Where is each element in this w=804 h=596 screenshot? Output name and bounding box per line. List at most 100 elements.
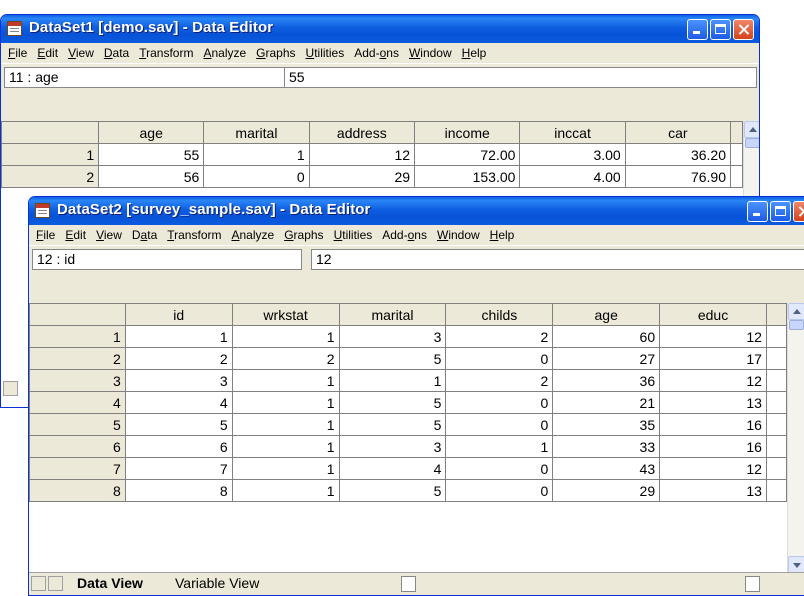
data-cell[interactable]: 35 bbox=[552, 413, 661, 436]
menu-add-ons[interactable]: Add-ons bbox=[377, 228, 432, 242]
column-header-marital[interactable]: marital bbox=[338, 303, 447, 326]
row-header[interactable]: 1 bbox=[29, 325, 126, 348]
data-cell[interactable]: 12 bbox=[659, 457, 767, 480]
data-cell[interactable]: 76.90 bbox=[624, 165, 732, 188]
data-cell[interactable] bbox=[765, 391, 788, 414]
menu-transform[interactable]: Transform bbox=[134, 46, 198, 60]
data-cell[interactable]: 17 bbox=[659, 347, 767, 370]
table-row[interactable]: 1 55 1 12 72.00 3.00 36.20 bbox=[1, 143, 743, 166]
data-cell[interactable]: 1 bbox=[124, 325, 233, 348]
menu-graphs[interactable]: Graphs bbox=[279, 228, 328, 242]
data-cell[interactable]: 60 bbox=[552, 325, 661, 348]
table-row[interactable]: 3 3 1 1 2 36 12 bbox=[29, 369, 788, 392]
data-cell[interactable]: 8 bbox=[124, 479, 233, 502]
data-cell[interactable]: 29 bbox=[552, 479, 661, 502]
data-cell[interactable]: 6 bbox=[124, 435, 233, 458]
scroll-left-button[interactable] bbox=[3, 381, 18, 396]
menu-analyze[interactable]: Analyze bbox=[198, 46, 251, 60]
menu-window[interactable]: Window bbox=[404, 46, 457, 60]
dataset2-window[interactable]: DataSet2 [survey_sample.sav] - Data Edit… bbox=[28, 196, 804, 596]
data-cell[interactable]: 0 bbox=[445, 479, 554, 502]
column-header-id[interactable]: id bbox=[124, 303, 233, 326]
column-header-income[interactable]: income bbox=[414, 121, 521, 144]
data-cell[interactable]: 0 bbox=[203, 165, 310, 188]
data-cell[interactable]: 1 bbox=[445, 435, 554, 458]
menu-analyze[interactable]: Analyze bbox=[226, 228, 279, 242]
data-cell[interactable]: 2 bbox=[231, 347, 340, 370]
maximize-button[interactable] bbox=[770, 201, 791, 222]
tab-next-button[interactable] bbox=[48, 576, 63, 591]
menu-transform[interactable]: Transform bbox=[162, 228, 226, 242]
menu-view[interactable]: View bbox=[91, 228, 127, 242]
title-bar[interactable]: DataSet1 [demo.sav] - Data Editor bbox=[1, 15, 759, 43]
data-cell[interactable]: 21 bbox=[552, 391, 661, 414]
column-header-empty[interactable] bbox=[730, 121, 743, 144]
table-row[interactable]: 2 2 2 5 0 27 17 bbox=[29, 347, 788, 370]
grid-corner[interactable] bbox=[29, 303, 126, 326]
column-header-educ[interactable]: educ bbox=[659, 303, 767, 326]
tab-prev-button[interactable] bbox=[31, 576, 46, 591]
menu-utilities[interactable]: Utilities bbox=[301, 46, 350, 60]
data-cell[interactable]: 0 bbox=[445, 347, 554, 370]
data-cell[interactable]: 1 bbox=[231, 457, 340, 480]
row-header[interactable]: 2 bbox=[1, 165, 100, 188]
data-cell[interactable]: 5 bbox=[338, 479, 447, 502]
menu-help[interactable]: Help bbox=[457, 46, 492, 60]
column-header-inccat[interactable]: inccat bbox=[519, 121, 626, 144]
data-cell[interactable]: 3.00 bbox=[519, 143, 626, 166]
data-cell[interactable] bbox=[730, 165, 743, 188]
data-cell[interactable]: 36.20 bbox=[624, 143, 732, 166]
data-cell[interactable]: 5 bbox=[124, 413, 233, 436]
tab-data-view[interactable]: Data View bbox=[77, 575, 143, 591]
cell-value-field[interactable]: 55 bbox=[284, 67, 757, 88]
data-cell[interactable]: 16 bbox=[659, 413, 767, 436]
data-cell[interactable]: 2 bbox=[445, 369, 554, 392]
data-cell[interactable]: 2 bbox=[124, 347, 233, 370]
data-cell[interactable]: 3 bbox=[338, 325, 447, 348]
data-cell[interactable]: 29 bbox=[308, 165, 416, 188]
data-cell[interactable]: 27 bbox=[552, 347, 661, 370]
column-header-empty[interactable] bbox=[765, 303, 788, 326]
table-row[interactable]: 2 56 0 29 153.00 4.00 76.90 bbox=[1, 165, 743, 188]
scroll-left-button[interactable] bbox=[401, 576, 416, 592]
close-button[interactable] bbox=[793, 201, 804, 222]
table-row[interactable]: 1 1 1 3 2 60 12 bbox=[29, 325, 788, 348]
data-cell[interactable]: 1 bbox=[231, 391, 340, 414]
data-cell[interactable]: 2 bbox=[445, 325, 554, 348]
table-row[interactable]: 6 6 1 3 1 33 16 bbox=[29, 435, 788, 458]
row-header[interactable]: 5 bbox=[29, 413, 126, 436]
cell-value-field[interactable]: 12 bbox=[311, 249, 804, 270]
data-cell[interactable] bbox=[765, 479, 788, 502]
data-cell[interactable]: 43 bbox=[552, 457, 661, 480]
scroll-thumb[interactable] bbox=[745, 138, 759, 148]
data-cell[interactable]: 3 bbox=[124, 369, 233, 392]
title-bar[interactable]: DataSet2 [survey_sample.sav] - Data Edit… bbox=[29, 197, 804, 225]
minimize-button[interactable] bbox=[747, 201, 768, 222]
data-cell[interactable] bbox=[765, 347, 788, 370]
data-cell[interactable]: 12 bbox=[659, 369, 767, 392]
data-cell[interactable]: 33 bbox=[552, 435, 661, 458]
data-cell[interactable]: 5 bbox=[338, 347, 447, 370]
menu-add-ons[interactable]: Add-ons bbox=[349, 46, 404, 60]
row-header[interactable]: 4 bbox=[29, 391, 126, 414]
table-row[interactable]: 5 5 1 5 0 35 16 bbox=[29, 413, 788, 436]
scroll-down-button[interactable] bbox=[788, 556, 804, 573]
minimize-button[interactable] bbox=[687, 19, 708, 40]
data-cell[interactable]: 1 bbox=[231, 413, 340, 436]
data-grid[interactable]: id wrkstat marital childs age educ 1 1 1 3 2 60 12 2… bbox=[29, 303, 788, 575]
data-cell[interactable]: 12 bbox=[308, 143, 416, 166]
data-cell[interactable]: 4 bbox=[124, 391, 233, 414]
column-header-wrkstat[interactable]: wrkstat bbox=[231, 303, 340, 326]
tab-variable-view[interactable]: Variable View bbox=[175, 575, 259, 591]
data-cell[interactable]: 5 bbox=[338, 391, 447, 414]
data-cell[interactable] bbox=[765, 413, 788, 436]
column-header-childs[interactable]: childs bbox=[445, 303, 554, 326]
menu-help[interactable]: Help bbox=[485, 228, 520, 242]
menu-window[interactable]: Window bbox=[432, 228, 485, 242]
data-cell[interactable]: 1 bbox=[338, 369, 447, 392]
data-cell[interactable]: 1 bbox=[231, 479, 340, 502]
scroll-up-button[interactable] bbox=[744, 121, 759, 138]
column-header-age[interactable]: age bbox=[552, 303, 661, 326]
data-cell[interactable]: 56 bbox=[98, 165, 205, 188]
menu-data[interactable]: Data bbox=[99, 46, 134, 60]
